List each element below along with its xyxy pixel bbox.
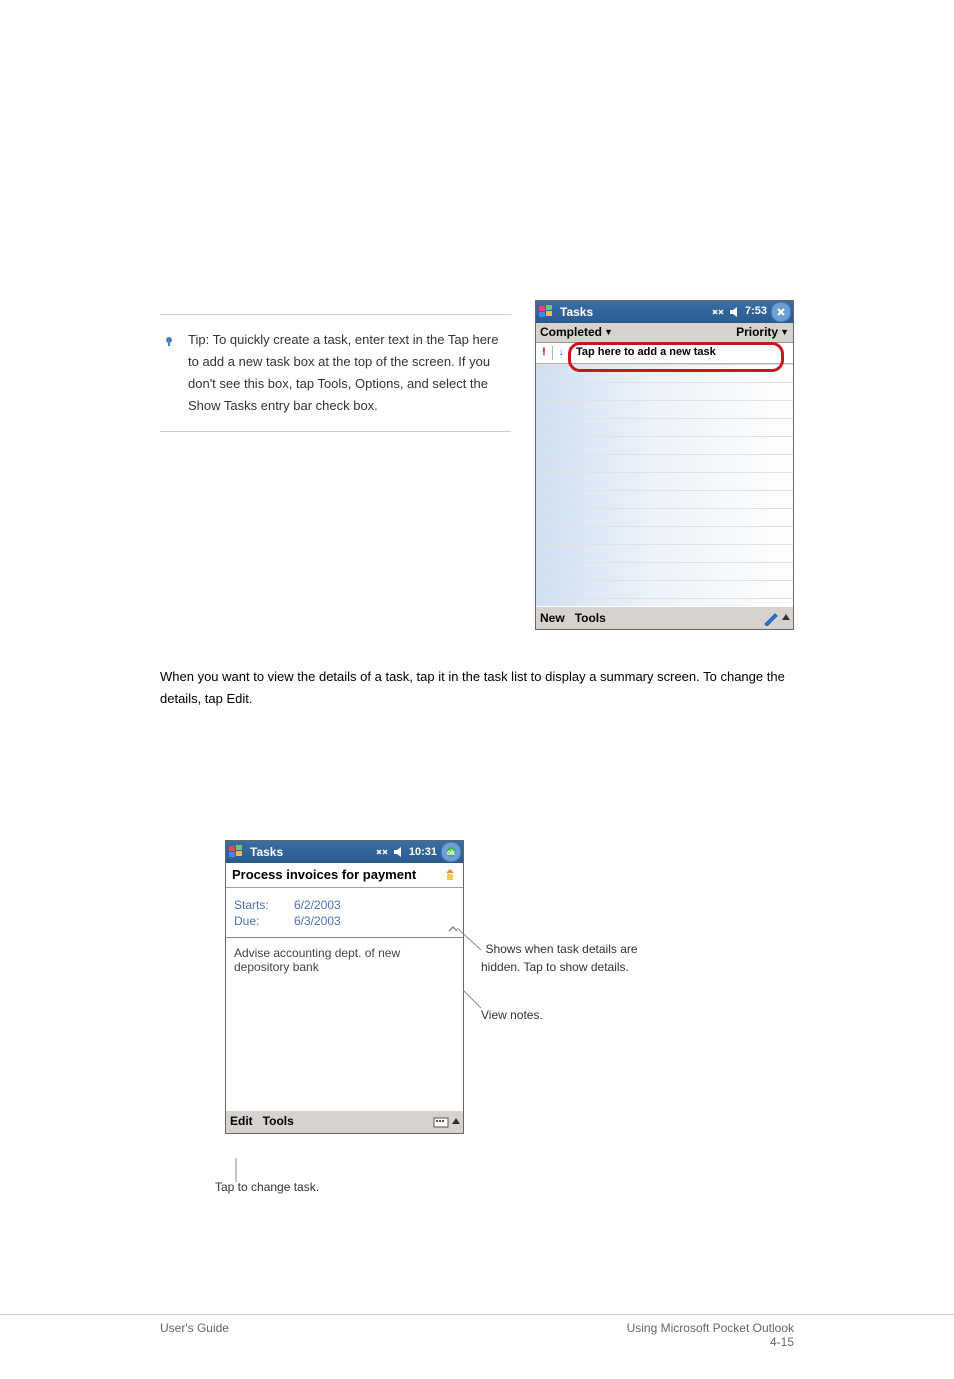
tip-row: Tip: To quickly create a task, enter tex… [160,329,511,417]
tip-icon [160,329,180,349]
svg-text:ok: ok [447,850,455,857]
sip-keyboard-icon[interactable] [433,1114,449,1128]
menu-edit[interactable]: Edit [230,1114,253,1128]
filter-toolbar: Completed ▼ Priority ▼ [536,323,793,343]
task-list-area[interactable] [536,364,793,606]
pen-icon[interactable] [763,610,779,626]
chevron-down-icon: ▼ [604,327,613,338]
connectivity-icon[interactable] [375,846,389,858]
sip-up-icon[interactable] [451,1114,461,1130]
menu-new[interactable]: New [540,611,565,625]
sort-priority-label: Priority [736,325,778,339]
tip-text: Tip: To quickly create a task, enter tex… [188,329,511,417]
page: Tip: To quickly create a task, enter tex… [0,0,954,1379]
annotation-2-leader-line [463,990,493,1020]
titlebar[interactable]: Tasks 10:31 ok [226,841,463,863]
annotation-3-label: Tap to change task. [215,1180,319,1194]
connectivity-icon[interactable] [711,306,725,318]
task-subject: Process invoices for payment [232,867,416,883]
titlebar-title: Tasks [560,305,711,319]
status-icons: 10:31 ok [375,842,461,862]
filter-completed-label: Completed [540,325,602,339]
clock-time[interactable]: 10:31 [409,846,437,859]
tip-text-block: Tip: To quickly create a task, enter tex… [160,300,511,446]
sort-priority[interactable]: Priority ▼ [736,325,789,339]
priority-low-icon[interactable]: ↓ [553,347,570,359]
due-label: Due: [234,914,294,928]
titlebar[interactable]: Tasks 7:53 [536,301,793,323]
annotated-screenshot-block: Tasks 10:31 ok Process invoices for paym… [225,840,625,1133]
entry-bar: ! ↓ Tap here to add a new task [536,343,793,364]
priority-high-icon[interactable]: ! [536,346,553,359]
footer-right: Using Microsoft Pocket Outlook 4-15 [627,1321,794,1349]
new-task-placeholder: Tap here to add a new task [576,346,716,358]
speaker-icon[interactable] [729,306,741,318]
top-section: Tip: To quickly create a task, enter tex… [160,300,794,630]
start-flag-icon[interactable] [538,303,556,321]
menu-tools[interactable]: Tools [575,611,606,625]
new-task-input[interactable]: Tap here to add a new task [570,346,793,359]
annotation-2: View notes. [481,1006,641,1024]
annotation-1: Shows when task details are hidden. Tap … [481,940,641,976]
footer-chapter: Using Microsoft Pocket Outlook [627,1321,794,1335]
filter-completed[interactable]: Completed ▼ [540,325,613,339]
ppc-tasks-list: Tasks 7:53 Completed [535,300,794,630]
ppc-task-detail: Tasks 10:31 ok Process invoices for paym… [225,840,464,1133]
ok-button[interactable]: ok [441,842,461,862]
status-icons: 7:53 [711,302,791,322]
close-icon[interactable] [771,302,791,322]
clock-time[interactable]: 7:53 [745,305,767,318]
annotation-1-leader-line [457,928,487,958]
task-dates[interactable]: Starts: 6/2/2003 Due: 6/3/2003 [226,888,463,938]
bottom-menu-bar: Edit Tools [226,1110,463,1133]
bottom-menu-bar: New Tools [536,606,793,629]
annotation-3-leader-line [235,1158,237,1182]
starts-label: Starts: [234,898,294,912]
task-subject-row[interactable]: Process invoices for payment [226,863,463,888]
screenshot-1: Tasks 7:53 Completed [535,300,794,630]
reminder-icon [443,868,457,882]
speaker-icon[interactable] [393,846,405,858]
sip-up-icon[interactable] [781,610,791,626]
task-notes-text: Advise accounting dept. of new depositor… [234,946,400,974]
annotation-1-label: Shows when task details are hidden. Tap … [481,942,638,974]
content: Tip: To quickly create a task, enter tex… [0,300,954,1134]
footer-page: 4-15 [770,1335,794,1349]
due-value: 6/3/2003 [294,914,455,928]
menu-tools[interactable]: Tools [263,1114,294,1128]
chevron-down-icon: ▼ [780,327,789,338]
titlebar-title: Tasks [250,845,375,859]
start-flag-icon[interactable] [228,843,246,861]
annotation-3: Tap to change task. [215,1178,415,1196]
footer-left: User's Guide [160,1321,229,1349]
middle-paragraph: When you want to view the details of a t… [160,666,794,710]
page-footer: User's Guide Using Microsoft Pocket Outl… [0,1314,954,1379]
starts-value: 6/2/2003 [294,898,455,912]
task-notes[interactable]: Advise accounting dept. of new depositor… [226,938,463,1110]
